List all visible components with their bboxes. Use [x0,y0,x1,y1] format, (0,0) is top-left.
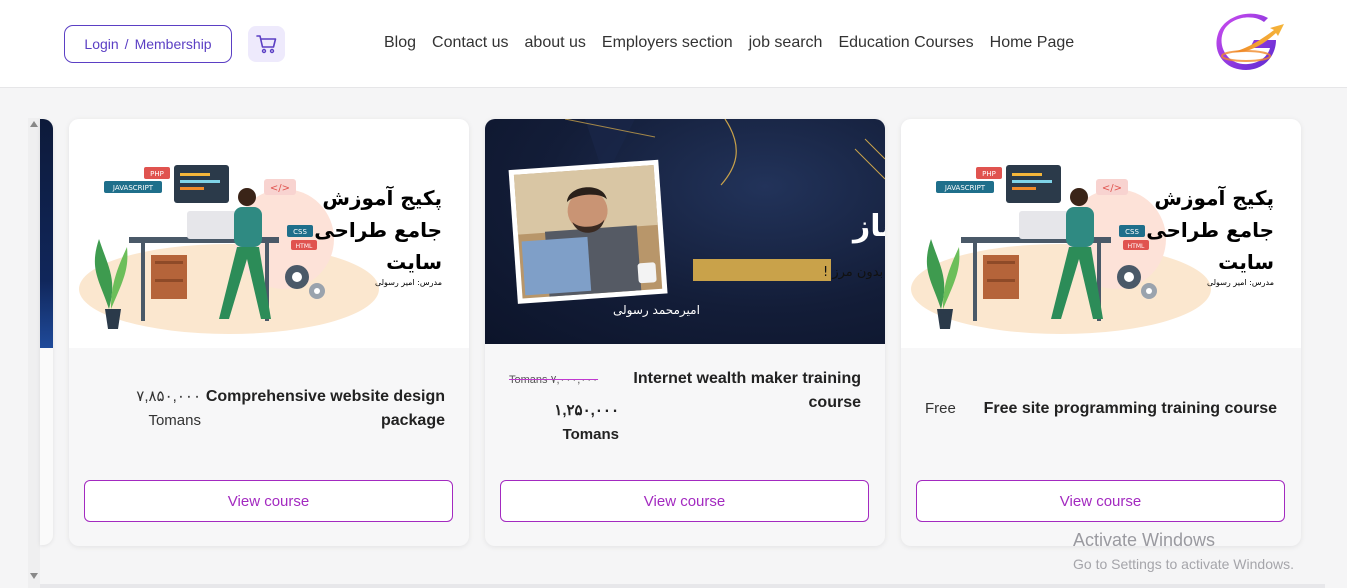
course-title[interactable]: Comprehensive website design package [206,385,445,433]
banner-title: اینترنت ثروت ساز [851,209,885,244]
activate-windows-subtitle: Go to Settings to activate Windows. [1073,556,1294,572]
view-course-button[interactable]: View course [500,480,869,522]
main-nav: Blog Contact us about us Employers secti… [376,32,1082,54]
css-tag: CSS [293,228,307,236]
horizontal-scrollbar[interactable] [40,584,1325,588]
course-price: ۷,۸۵۰,۰۰۰ Tomans [136,385,201,433]
price-unit: Tomans [562,426,619,443]
php-tag: PHP [150,170,164,178]
image-title-line1: پکیج آموزش [322,185,442,211]
membership-link[interactable]: Membership [135,36,212,52]
course-price: ۱,۲۵۰,۰۰۰ Tomans [554,399,619,447]
carousel-scrollbar[interactable] [28,118,40,588]
course-title-line1: Free site programming training course [983,400,1277,417]
image-instructor-text: مدرس: امیر رسولی [375,278,442,287]
course-title-line1: Internet wealth maker training [633,370,861,387]
nav-contact-us[interactable]: Contact us [424,32,516,54]
image-title-line2: جامع طراحی [1146,218,1274,242]
course-image: JAVASCRIPT PHP </> CSS HTML پکیج آموزش ج… [901,119,1301,348]
html-tag: HTML [296,243,313,250]
separator: / [124,36,129,52]
javascript-tag: JAVASCRIPT [944,184,986,192]
brand-logo-icon[interactable] [1210,12,1288,74]
partial-card-image [40,119,53,348]
scroll-down-arrow-icon[interactable] [30,573,38,579]
login-link[interactable]: Login [84,36,118,52]
cart-button[interactable] [248,26,285,62]
javascript-tag: JAVASCRIPT [112,184,154,192]
old-price: Tomans ۷,۰۰۰,۰۰۰ [509,374,599,386]
html-tag: HTML [1128,243,1145,250]
nav-blog[interactable]: Blog [376,32,424,54]
course-title-line2: course [808,394,861,411]
course-card: JAVASCRIPT PHP </> CSS HTML پکیج آموزش ج… [69,119,469,546]
image-title-line2: جامع طراحی [314,218,442,242]
course-title-line1: Comprehensive website design [205,388,445,405]
nav-education-courses[interactable]: Education Courses [830,32,981,54]
course-card: JAVASCRIPT PHP </> CSS HTML پکیج آموزش ج… [901,119,1301,546]
nav-employers-section[interactable]: Employers section [594,32,741,54]
course-image: اینترنت ثروت ساز پولسازی بدون مرز ! امیر… [485,119,885,344]
web-design-illustration: JAVASCRIPT PHP </> CSS HTML پکیج آموزش ج… [79,165,442,334]
shopping-cart-icon [255,35,276,54]
view-course-button[interactable]: View course [84,480,453,522]
web-design-illustration: JAVASCRIPT PHP </> CSS HTML پکیج آموزش ج… [911,165,1274,334]
price-unit: Tomans [148,412,201,429]
nav-about-us[interactable]: about us [517,32,594,54]
view-course-button[interactable]: View course [916,480,1285,522]
scroll-up-arrow-icon[interactable] [30,121,38,127]
course-title[interactable]: Internet wealth maker training course [633,367,861,415]
course-price: Free [925,397,956,421]
login-membership-button[interactable]: Login / Membership [64,25,232,63]
nav-job-search[interactable]: job search [741,32,831,54]
price-value: ۱,۲۵۰,۰۰۰ [554,402,619,419]
banner-instructor-name: امیرمحمد رسولی [613,303,700,318]
course-card: اینترنت ثروت ساز پولسازی بدون مرز ! امیر… [485,119,885,546]
price-value: ۷,۸۵۰,۰۰۰ [136,388,201,405]
image-title-line3: سایت [386,250,442,274]
price-value: Free [925,400,956,417]
internet-wealth-banner: اینترنت ثروت ساز پولسازی بدون مرز ! امیر… [508,119,885,318]
image-title-line3: سایت [1218,250,1274,274]
course-image: JAVASCRIPT PHP </> CSS HTML پکیج آموزش ج… [69,119,469,348]
image-instructor-text: مدرس: امیر رسولی [1207,278,1274,287]
code-tag: </> [270,183,290,194]
code-tag: </> [1102,183,1122,194]
css-tag: CSS [1125,228,1139,236]
php-tag: PHP [982,170,996,178]
course-title-line2: package [380,412,445,429]
nav-home-page[interactable]: Home Page [982,32,1083,54]
partial-course-card[interactable] [40,119,53,545]
banner-subtitle: پولسازی بدون مرز ! [823,265,885,280]
site-header: Login / Membership Blog Contact us about… [0,0,1347,88]
course-title[interactable]: Free site programming training course [984,397,1277,421]
activate-windows-title: Activate Windows [1073,530,1216,550]
image-title-line1: پکیج آموزش [1154,185,1274,211]
